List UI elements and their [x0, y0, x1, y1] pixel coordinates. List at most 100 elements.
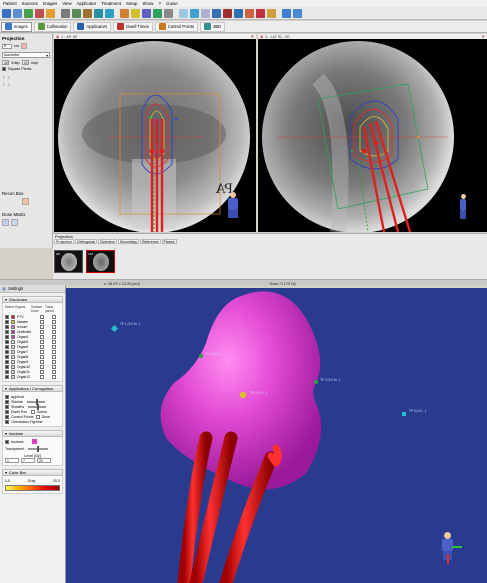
tab-secondary[interactable]: Secondary: [117, 239, 139, 244]
layout-icon[interactable]: [94, 8, 103, 18]
size-field[interactable]: 5: [2, 43, 12, 49]
level-current-field[interactable]: 7: [21, 458, 35, 463]
pan-icon[interactable]: [131, 8, 140, 18]
tab-collimation[interactable]: Collimation: [33, 21, 72, 32]
menu-sources[interactable]: Sources: [22, 1, 38, 6]
transparent-checkbox[interactable]: [52, 354, 56, 359]
shields-checkbox[interactable]: [5, 399, 9, 404]
viewport-lat[interactable]: ▣ 2 - LAT RL, OE ✕: [258, 34, 487, 232]
measure-icon[interactable]: [164, 8, 173, 18]
tab-applicators[interactable]: Applicators: [73, 21, 112, 32]
tab-projection[interactable]: Projection: [54, 239, 74, 244]
control-points-checkbox[interactable]: [5, 414, 9, 419]
surface-dose-checkbox[interactable]: [40, 364, 44, 369]
applicator-icon[interactable]: [245, 8, 254, 18]
organ-row[interactable]: Organ4: [5, 334, 60, 339]
recon-box-icon[interactable]: [22, 198, 29, 205]
transparent-checkbox[interactable]: [52, 369, 56, 374]
color-bar-header[interactable]: ▾ Color Bar: [2, 469, 63, 476]
organ-color-swatch[interactable]: [11, 354, 15, 359]
ruler-icon[interactable]: [83, 8, 92, 18]
transparent-checkbox[interactable]: [52, 359, 56, 364]
organ-color-swatch[interactable]: [11, 344, 15, 349]
organ-select-checkbox[interactable]: [5, 339, 9, 344]
dose-matrix-icon[interactable]: [2, 219, 9, 226]
level-max-field[interactable]: 20: [37, 458, 51, 463]
tp-marker-4[interactable]: [314, 380, 318, 384]
3d-scene[interactable]: TP 1 (0.0 M...) TP 3 (0.0...) TP 2 (0.0.…: [66, 288, 487, 583]
arrow-up-left-icon[interactable]: ⬆: [2, 82, 5, 87]
surface-dose-checkbox[interactable]: [40, 314, 44, 319]
transparent-checkbox[interactable]: [52, 324, 56, 329]
new-patient-icon[interactable]: [2, 8, 11, 18]
arrow-up-icon[interactable]: ⬆: [2, 75, 5, 80]
surface-dose-checkbox[interactable]: [40, 374, 44, 379]
structures-header[interactable]: ▾ Structures: [2, 296, 63, 303]
organ-color-swatch[interactable]: [11, 374, 15, 379]
organ-select-checkbox[interactable]: [5, 354, 9, 359]
isodose-checkbox[interactable]: [5, 439, 9, 444]
grid-icon[interactable]: [72, 8, 81, 18]
organ-color-swatch[interactable]: [11, 369, 15, 374]
organ-row[interactable]: Urethrate: [5, 329, 60, 334]
level-min-field[interactable]: 1: [5, 458, 19, 463]
viewport-menu-icon[interactable]: ▣: [56, 35, 59, 39]
organ-color-swatch[interactable]: [11, 334, 15, 339]
organ-select-checkbox[interactable]: [5, 369, 9, 374]
menu-applicator[interactable]: Applicator: [77, 1, 97, 6]
organ-color-swatch[interactable]: [11, 324, 15, 329]
transparent-checkbox[interactable]: [52, 344, 56, 349]
active-checkbox[interactable]: [30, 409, 35, 414]
surface-dose-checkbox[interactable]: [40, 369, 44, 374]
applicators-header[interactable]: ▾ Applicators / Corrugation: [2, 385, 63, 392]
surface-dose-checkbox[interactable]: [40, 349, 44, 354]
transparent-checkbox[interactable]: [52, 329, 56, 334]
transparent-checkbox[interactable]: [52, 374, 56, 379]
tp-marker-5[interactable]: [402, 412, 406, 416]
organ-color-swatch[interactable]: [11, 364, 15, 369]
tab-images[interactable]: Images: [1, 21, 32, 32]
transparent-checkbox[interactable]: [52, 364, 56, 369]
reconstruct-icon[interactable]: [190, 8, 199, 18]
organ-select-checkbox[interactable]: [5, 349, 9, 354]
width-field[interactable]: 40: [2, 60, 9, 65]
thumbnail-ap[interactable]: AP: [54, 250, 83, 273]
menu-images[interactable]: Images: [43, 1, 57, 6]
tp-marker-3[interactable]: [199, 354, 203, 358]
needle-icon[interactable]: [256, 8, 265, 18]
organ-color-swatch[interactable]: [11, 349, 15, 354]
organ-row[interactable]: Organ6: [5, 344, 60, 349]
surface-dose-checkbox[interactable]: [40, 334, 44, 339]
tp-marker-2[interactable]: [239, 391, 247, 399]
organ-select-checkbox[interactable]: [5, 344, 9, 349]
surface-dose-checkbox[interactable]: [40, 329, 44, 334]
organ-row[interactable]: Organ10: [5, 364, 60, 369]
organ-select-checkbox[interactable]: [5, 319, 9, 324]
viewport-ap[interactable]: ▣ 1 - AP, KE ✕ PA: [54, 34, 256, 232]
transparent-checkbox[interactable]: [52, 314, 56, 319]
help-icon[interactable]: [293, 8, 302, 18]
cross-icon[interactable]: [223, 8, 232, 18]
save-icon[interactable]: [24, 8, 33, 18]
thumbnail-lat[interactable]: LAT: [86, 250, 115, 273]
organ-select-checkbox[interactable]: [5, 324, 9, 329]
organ-row[interactable]: Organ5: [5, 339, 60, 344]
source-icon[interactable]: [267, 8, 276, 18]
isodose-header[interactable]: ▾ Isodose: [2, 430, 63, 437]
tab-dwell-times[interactable]: Dwell Times: [113, 21, 153, 32]
transparent-checkbox[interactable]: [52, 334, 56, 339]
rotate-icon[interactable]: [142, 8, 151, 18]
isodose-color-swatch[interactable]: [31, 439, 37, 444]
print-icon[interactable]: [61, 8, 70, 18]
transparent-checkbox[interactable]: [52, 339, 56, 344]
tab-overview[interactable]: Overview: [97, 239, 117, 244]
organ-row[interactable]: Organ8: [5, 354, 60, 359]
eraser-icon[interactable]: [21, 43, 28, 49]
surface-dose-checkbox[interactable]: [40, 354, 44, 359]
settings-icon[interactable]: [282, 8, 291, 18]
tab-control-points[interactable]: Control Points: [154, 21, 199, 32]
organ-row[interactable]: Organ11: [5, 369, 60, 374]
sheaths-checkbox[interactable]: [5, 404, 9, 409]
organ-color-swatch[interactable]: [11, 339, 15, 344]
tab-3bd[interactable]: 3BD: [200, 21, 226, 32]
